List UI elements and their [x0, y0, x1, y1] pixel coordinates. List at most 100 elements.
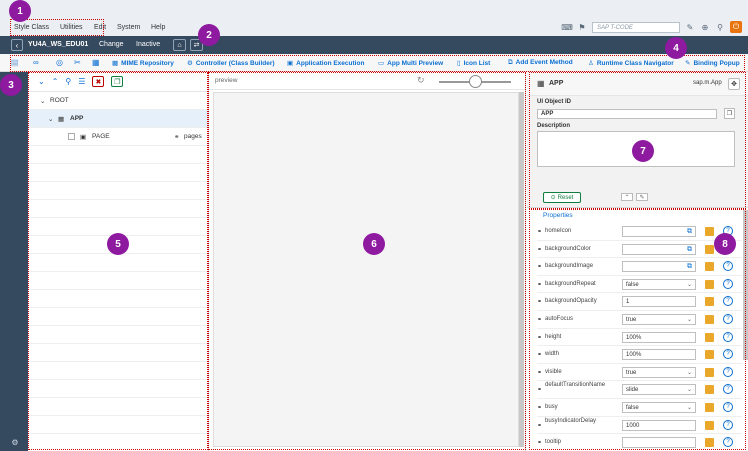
binding-icon[interactable]: [705, 403, 714, 412]
app-multi-preview-button[interactable]: ▭ App Multi Preview: [378, 59, 443, 67]
keyboard-icon[interactable]: ⌨: [561, 22, 573, 32]
tree-row-page[interactable]: ▣ PAGE ⚭ pages: [28, 128, 208, 146]
glasses-icon[interactable]: ∞: [33, 58, 39, 67]
delete-icon[interactable]: ✖: [92, 76, 105, 87]
mime-repository-button[interactable]: ▩ MIME Repository: [112, 59, 174, 67]
help-icon[interactable]: ?: [723, 366, 733, 377]
property-value-field[interactable]: 100%: [622, 331, 696, 343]
collapse-icon[interactable]: ⌄: [40, 97, 45, 105]
dropdown-arrow-icon[interactable]: ⌄: [687, 315, 692, 325]
menu-edit[interactable]: Edit: [94, 24, 106, 31]
collapse-icon[interactable]: ⌄: [48, 115, 53, 123]
execute-icon: ▣: [287, 60, 294, 67]
tree-row-app[interactable]: ⌄ ▦ APP: [28, 110, 208, 128]
property-value-field[interactable]: ⧉: [622, 243, 696, 255]
reset-button[interactable]: ⊙ Reset: [543, 192, 581, 203]
property-value-field[interactable]: [622, 437, 696, 449]
binding-icon[interactable]: [705, 438, 714, 448]
binding-icon[interactable]: [705, 227, 714, 236]
binding-icon[interactable]: [705, 244, 714, 254]
collapse-up-icon[interactable]: ⌃: [621, 193, 633, 201]
menu-system[interactable]: System: [117, 24, 140, 31]
copy-id-icon[interactable]: ❐: [724, 108, 735, 119]
help-icon[interactable]: ?: [723, 296, 733, 307]
binding-icon[interactable]: [705, 332, 714, 342]
activate-button[interactable]: ⌂: [173, 39, 186, 51]
menu-help[interactable]: Help: [151, 24, 165, 31]
preview-canvas[interactable]: [213, 92, 519, 447]
value-help-icon[interactable]: ⧉: [687, 262, 692, 272]
menu-style-class[interactable]: Style Class: [14, 24, 49, 31]
property-value-field[interactable]: 100%: [622, 349, 696, 361]
property-value-field[interactable]: 1: [622, 296, 696, 308]
preview-scrollbar[interactable]: [519, 92, 524, 447]
attribute-scrollbar[interactable]: [743, 210, 748, 360]
refresh-icon[interactable]: ↻: [417, 75, 425, 86]
controller-button[interactable]: ⚙ Controller (Class Builder): [187, 59, 275, 67]
help-icon[interactable]: ?: [723, 419, 733, 430]
check-icon[interactable]: ◎: [56, 58, 63, 67]
help-icon[interactable]: ?: [723, 349, 733, 360]
property-value-field[interactable]: 1000: [622, 419, 696, 431]
dropdown-arrow-icon[interactable]: ⌄: [687, 280, 692, 290]
dropdown-arrow-icon[interactable]: ⌄: [687, 385, 692, 395]
zoom-slider-handle[interactable]: [469, 75, 482, 88]
property-value-field[interactable]: true ⌄: [622, 366, 696, 378]
runtime-class-navigator-button[interactable]: ♙ Runtime Class Navigator: [588, 59, 674, 67]
help-icon[interactable]: ?: [723, 437, 733, 448]
flag-icon[interactable]: ⚑: [577, 22, 587, 32]
binding-icon[interactable]: [705, 367, 714, 377]
pin-icon[interactable]: ✎: [636, 193, 648, 201]
help-icon[interactable]: ?: [723, 384, 733, 395]
help-icon[interactable]: ?: [723, 331, 733, 342]
find-icon[interactable]: ⚲: [65, 77, 71, 86]
tcode-input[interactable]: SAP T-CODE: [592, 21, 680, 33]
left-rail: ▤ ⚙: [0, 59, 28, 451]
zoom-icon[interactable]: ⊕: [700, 22, 710, 32]
copy-icon[interactable]: ❐: [111, 76, 124, 87]
value-help-icon[interactable]: ⧉: [687, 227, 692, 237]
property-value-field[interactable]: ⧉: [622, 226, 696, 237]
property-value-field[interactable]: ⧉: [622, 261, 696, 273]
collapse-all-icon[interactable]: ⌃: [52, 77, 59, 86]
checkbox-icon[interactable]: [68, 133, 75, 140]
property-value-field[interactable]: slide ⌄: [622, 384, 696, 396]
icon-list-button[interactable]: ▯ Icon List: [457, 59, 490, 67]
app-execution-button[interactable]: ▣ Application Execution: [287, 59, 364, 67]
binding-icon[interactable]: [705, 385, 714, 395]
binding-icon[interactable]: [705, 262, 714, 272]
settings-icon[interactable]: ⚙: [10, 437, 20, 447]
property-value-field[interactable]: false ⌄: [622, 402, 696, 413]
grid-icon[interactable]: ▦: [92, 58, 100, 67]
help-icon[interactable]: ?: [723, 402, 733, 412]
binding-icon[interactable]: [705, 420, 714, 430]
add-event-method-button[interactable]: ⧉ Add Event Method: [508, 59, 573, 67]
panel-toggle-icon[interactable]: ▤: [10, 58, 20, 68]
back-button[interactable]: ‹: [11, 39, 23, 51]
wand-icon[interactable]: ✂: [74, 58, 81, 67]
binding-icon[interactable]: [705, 315, 714, 324]
tree-row-root[interactable]: ⌄ ROOT: [28, 92, 208, 110]
ui-object-id-field[interactable]: APP: [537, 109, 717, 119]
menu-utilities[interactable]: Utilities: [60, 24, 83, 31]
binding-popup-button[interactable]: ✎ Binding Popup: [685, 59, 740, 67]
search-icon[interactable]: ⚲: [715, 22, 725, 32]
help-icon[interactable]: ?: [723, 261, 733, 272]
dropdown-arrow-icon[interactable]: ⌄: [687, 368, 692, 378]
pin-icon[interactable]: ✎: [685, 22, 695, 32]
value-help-icon[interactable]: ⧉: [687, 245, 692, 255]
binding-icon[interactable]: [705, 350, 714, 360]
list-view-icon[interactable]: ☰: [78, 77, 85, 86]
exit-icon[interactable]: ⏻: [730, 21, 742, 33]
root-label: ROOT: [50, 97, 69, 104]
help-icon[interactable]: ?: [723, 278, 733, 289]
expand-all-icon[interactable]: ⌄: [38, 77, 45, 86]
binding-icon[interactable]: [705, 297, 714, 307]
class-info-icon[interactable]: ✥: [728, 78, 740, 90]
property-value-field[interactable]: false ⌄: [622, 278, 696, 290]
dropdown-arrow-icon[interactable]: ⌄: [687, 403, 692, 413]
property-name: homeIcon: [545, 228, 572, 234]
help-icon[interactable]: ?: [723, 314, 733, 324]
property-value-field[interactable]: true ⌄: [622, 314, 696, 325]
binding-icon[interactable]: [705, 279, 714, 289]
